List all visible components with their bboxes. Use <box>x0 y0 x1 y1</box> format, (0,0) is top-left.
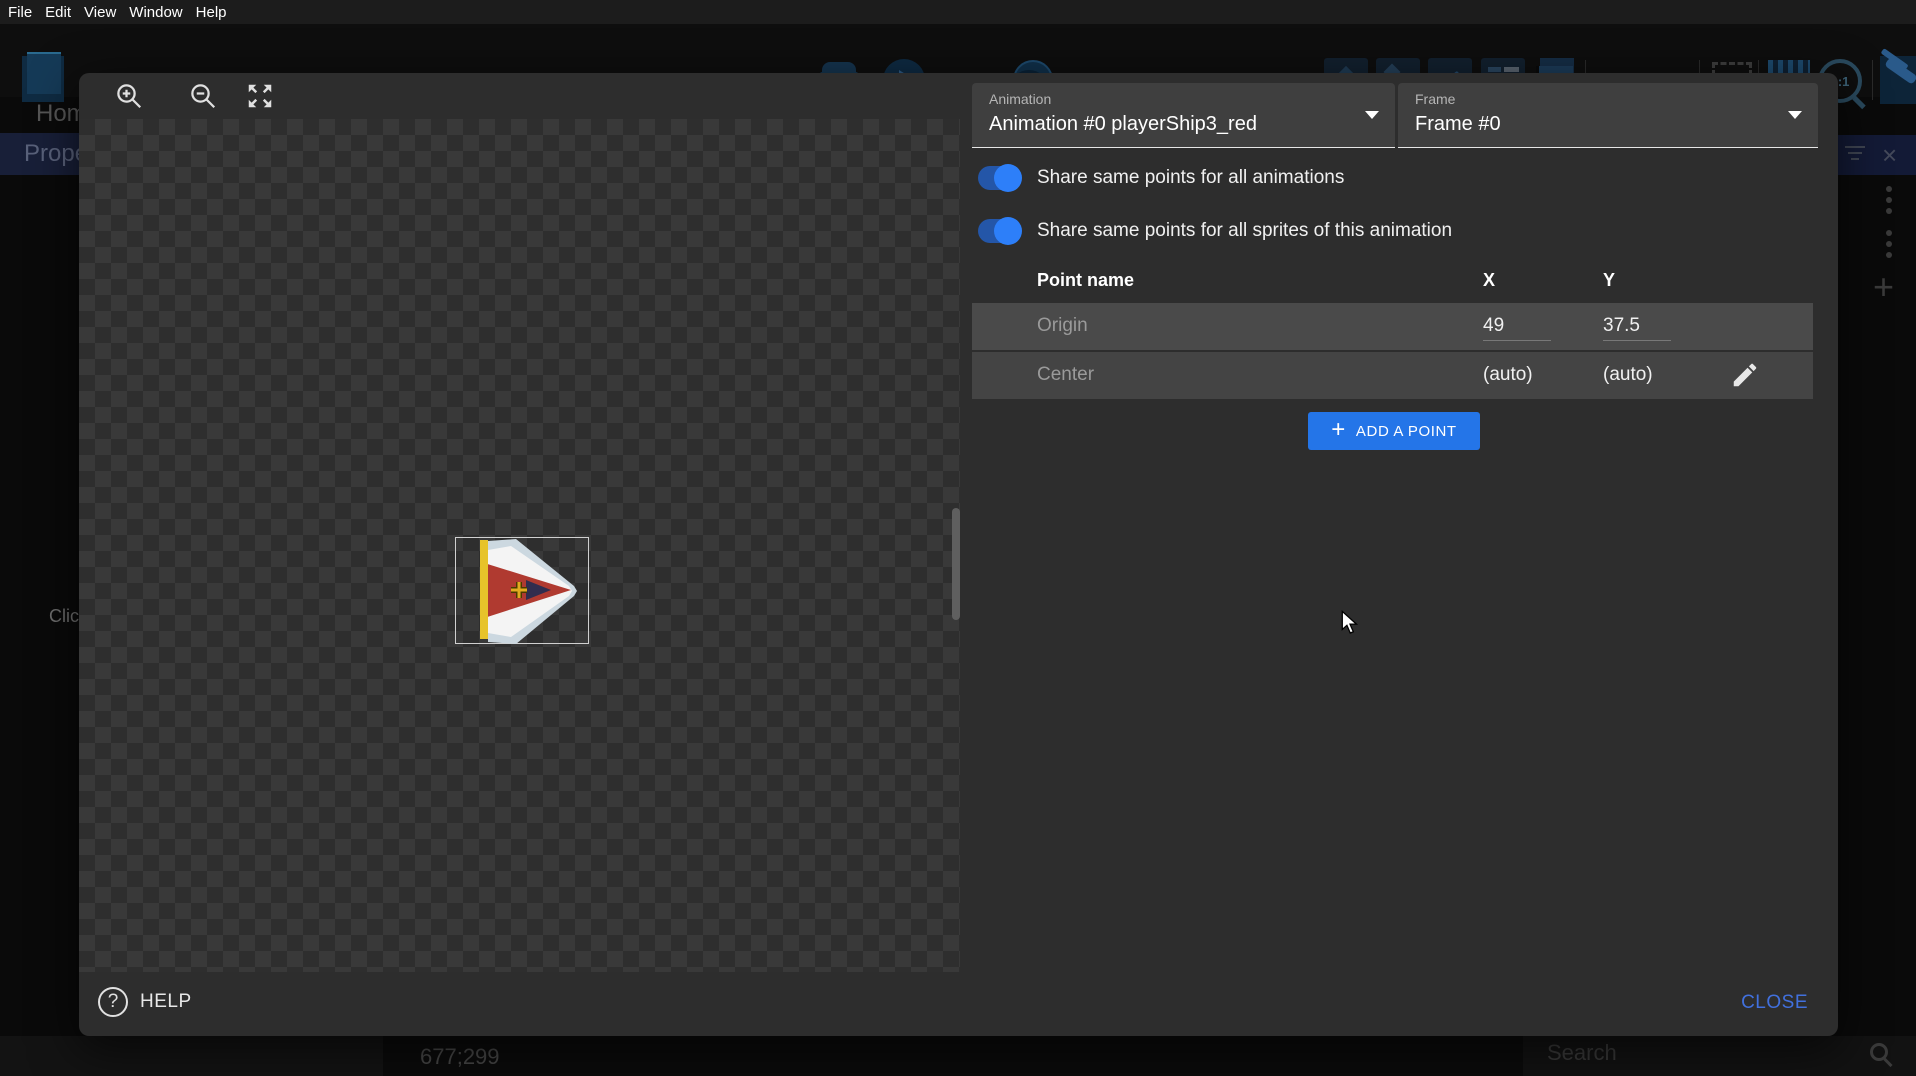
point-y-field[interactable]: 37.5 <box>1603 315 1671 341</box>
help-button[interactable]: ? HELP <box>98 987 192 1017</box>
menu-bar: File Edit View Window Help <box>0 0 1916 24</box>
frame-select[interactable]: Frame Frame #0 <box>1398 83 1818 148</box>
animation-select[interactable]: Animation Animation #0 playerShip3_red <box>972 83 1395 148</box>
help-icon: ? <box>98 987 128 1017</box>
share-points-all-animations-row: Share same points for all animations <box>978 165 1344 191</box>
column-header-name: Point name <box>1037 270 1134 291</box>
animation-select-label: Animation <box>989 91 1051 107</box>
settings-wrench-icon <box>1880 56 1916 104</box>
player-ship-sprite <box>456 538 590 645</box>
point-name-field: Origin <box>1037 315 1088 337</box>
toggle-label: Share same points for all sprites of thi… <box>1037 220 1452 242</box>
frame-select-label: Frame <box>1415 91 1455 107</box>
zoom-in-icon[interactable] <box>114 81 144 111</box>
sprite-selection-box <box>455 537 589 644</box>
menu-item-edit[interactable]: Edit <box>45 4 71 21</box>
column-header-y: Y <box>1603 270 1615 291</box>
close-button[interactable]: CLOSE <box>1741 992 1808 1014</box>
point-x-value: (auto) <box>1483 364 1533 386</box>
animation-select-value: Animation #0 playerShip3_red <box>989 113 1257 136</box>
menu-item-window[interactable]: Window <box>129 4 182 21</box>
status-bar-left <box>0 1036 383 1076</box>
menu-item-view[interactable]: View <box>84 4 116 21</box>
search-icon <box>1870 1043 1888 1061</box>
properties-hint-text: Click <box>49 606 79 627</box>
table-row-center: Center (auto) (auto) <box>972 352 1813 399</box>
close-panel-icon: × <box>1882 140 1897 171</box>
tab-properties: Properties <box>0 133 79 175</box>
project-manager-icon <box>22 56 64 102</box>
column-header-x: X <box>1483 270 1495 291</box>
gdevelop-app: File Edit View Window Help PREVIEW PUBLI… <box>0 0 1916 1076</box>
add-icon: + <box>1873 266 1894 308</box>
toggle-label: Share same points for all animations <box>1037 167 1344 189</box>
sprite-canvas[interactable] <box>79 119 960 972</box>
dialog-footer: ? HELP CLOSE <box>79 972 1838 1036</box>
table-row-origin: Origin 49 37.5 <box>972 303 1813 350</box>
kebab-menu-icon <box>1886 230 1892 263</box>
filter-icon <box>1845 146 1865 162</box>
share-points-all-sprites-toggle[interactable] <box>978 219 1020 243</box>
points-editor-dialog: Animation Animation #0 playerShip3_red F… <box>79 73 1838 1036</box>
edit-pencil-icon[interactable] <box>1730 360 1760 390</box>
chevron-down-icon <box>1788 111 1802 119</box>
kebab-menu-icon <box>1886 186 1892 219</box>
point-name-field: Center <box>1037 364 1094 386</box>
search-input <box>1547 1040 1847 1066</box>
zoom-out-icon[interactable] <box>188 81 218 111</box>
point-y-value: (auto) <box>1603 364 1653 386</box>
cursor-coordinates: 677;299 <box>420 1044 500 1070</box>
add-a-point-button[interactable]: + ADD A POINT <box>1308 412 1480 450</box>
point-x-field[interactable]: 49 <box>1483 315 1551 341</box>
search-box <box>1523 1036 1916 1076</box>
canvas-scrollbar[interactable] <box>952 508 960 620</box>
menu-item-help[interactable]: Help <box>196 4 227 21</box>
menu-item-file[interactable]: File <box>8 4 32 21</box>
fit-to-screen-icon[interactable] <box>245 81 275 111</box>
chevron-down-icon <box>1365 111 1379 119</box>
plus-icon: + <box>1331 416 1346 444</box>
frame-select-value: Frame #0 <box>1415 113 1501 136</box>
share-points-all-sprites-row: Share same points for all sprites of thi… <box>978 218 1452 244</box>
share-points-all-animations-toggle[interactable] <box>978 166 1020 190</box>
